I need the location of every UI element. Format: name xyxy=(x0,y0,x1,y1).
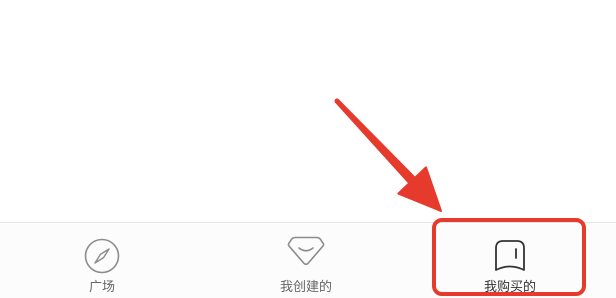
tab-label-square: 广场 xyxy=(88,279,115,294)
compass-icon xyxy=(84,238,120,274)
tab-label-created: 我创建的 xyxy=(279,279,332,294)
tab-label-purchased: 我购买的 xyxy=(483,279,536,294)
tab-created[interactable]: 我创建的 xyxy=(204,223,408,298)
tab-list: 广场 我创建的 我购买的 xyxy=(0,223,612,298)
content-area xyxy=(0,0,616,222)
gem-icon xyxy=(287,236,325,266)
tab-square[interactable]: 广场 xyxy=(0,223,204,298)
tab-purchased[interactable]: 我购买的 xyxy=(408,223,612,298)
bottom-tab-bar: 广场 我创建的 我购买的 xyxy=(0,222,616,298)
bookmark-icon xyxy=(492,238,528,274)
